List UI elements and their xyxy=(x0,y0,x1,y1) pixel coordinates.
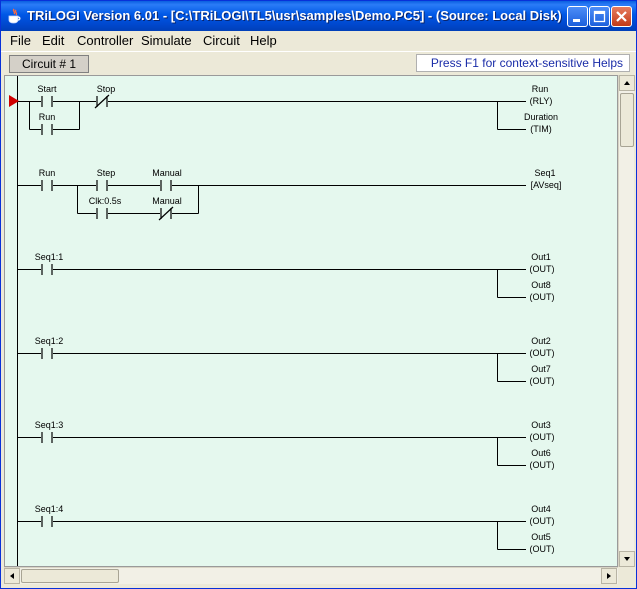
contact-manual xyxy=(160,180,172,191)
menu-bar: File Edit Controller Simulate Circuit He… xyxy=(1,31,636,51)
coil-type: (OUT) xyxy=(529,292,555,302)
contact-label[interactable]: Manual xyxy=(152,168,182,178)
ladder-wiring xyxy=(17,76,526,566)
minimize-button[interactable] xyxy=(567,6,588,27)
contact-label[interactable]: Start xyxy=(37,84,56,94)
contact-label[interactable]: Run xyxy=(39,112,56,122)
coil-type: (OUT) xyxy=(529,460,555,470)
coil-type: (OUT) xyxy=(529,376,555,386)
contact-run-parallel xyxy=(41,124,53,135)
coil-label[interactable]: Out2 xyxy=(531,336,551,346)
maximize-button[interactable] xyxy=(589,6,610,27)
menu-file[interactable]: File xyxy=(10,33,31,48)
coil-label[interactable]: Out6 xyxy=(531,448,551,458)
arrow-right-icon xyxy=(607,573,611,579)
menu-circuit[interactable]: Circuit xyxy=(203,33,240,48)
arrow-down-icon xyxy=(624,557,630,561)
contact-seq1-2 xyxy=(41,348,53,359)
trilogi-window: TRiLOGI Version 6.01 - [C:\TRiLOGI\TL5\u… xyxy=(0,0,637,589)
coil-type: (OUT) xyxy=(529,348,555,358)
coil-label[interactable]: Out1 xyxy=(531,252,551,262)
maximize-icon xyxy=(593,10,606,23)
close-button[interactable] xyxy=(611,6,632,27)
coil-type: (RLY) xyxy=(529,96,553,106)
window-title: TRiLOGI Version 6.01 - [C:\TRiLOGI\TL5\u… xyxy=(27,8,562,23)
contact-label[interactable]: Run xyxy=(39,168,56,178)
contact-seq1-1 xyxy=(41,264,53,275)
title-bar[interactable]: TRiLOGI Version 6.01 - [C:\TRiLOGI\TL5\u… xyxy=(1,1,636,31)
menu-controller[interactable]: Controller xyxy=(77,33,133,48)
scrollbar-corner xyxy=(618,567,634,584)
scroll-right-button[interactable] xyxy=(601,568,617,584)
contact-label[interactable]: Seq1:3 xyxy=(35,420,64,430)
coil-label[interactable]: Seq1 xyxy=(534,168,555,178)
vertical-scrollbar[interactable] xyxy=(618,75,635,567)
contact-symbols xyxy=(41,94,174,527)
menu-edit[interactable]: Edit xyxy=(42,33,64,48)
close-icon xyxy=(616,11,627,22)
contact-start xyxy=(41,96,53,107)
contact-clk xyxy=(96,208,108,219)
contact-seq1-4 xyxy=(41,516,53,527)
contact-label[interactable]: Clk:0.5s xyxy=(89,196,122,206)
coil-type: [AVseq] xyxy=(530,180,562,190)
coil-label[interactable]: Run xyxy=(532,84,549,94)
coil-label[interactable]: Duration xyxy=(524,112,558,122)
scroll-down-button[interactable] xyxy=(619,551,635,567)
coil-label[interactable]: Out4 xyxy=(531,504,551,514)
coil-label[interactable]: Out8 xyxy=(531,280,551,290)
contact-label[interactable]: Stop xyxy=(97,84,116,94)
contact-step xyxy=(96,180,108,191)
coil-type: (OUT) xyxy=(529,264,555,274)
coil-label[interactable]: Out5 xyxy=(531,532,551,542)
scroll-up-button[interactable] xyxy=(619,75,635,91)
coil-label[interactable]: Out7 xyxy=(531,364,551,374)
coil-label[interactable]: Out3 xyxy=(531,420,551,430)
vertical-scroll-thumb[interactable] xyxy=(620,93,634,147)
help-hint: Press F1 for context-sensitive Helps xyxy=(416,54,630,72)
contact-label[interactable]: Seq1:1 xyxy=(35,252,64,262)
menu-simulate[interactable]: Simulate xyxy=(141,33,192,48)
contact-label[interactable]: Seq1:2 xyxy=(35,336,64,346)
circuit-toolbar: Circuit # 1 Press F1 for context-sensiti… xyxy=(1,51,636,75)
circuit-number-tab[interactable]: Circuit # 1 xyxy=(9,55,89,73)
coil-type: (TIM) xyxy=(530,124,552,134)
contact-label[interactable]: Seq1:4 xyxy=(35,504,64,514)
arrow-up-icon xyxy=(624,81,630,85)
contact-run xyxy=(41,180,53,191)
contact-stop-nc xyxy=(94,94,110,109)
contact-label[interactable]: Step xyxy=(97,168,116,178)
contact-seq1-3 xyxy=(41,432,53,443)
current-circuit-marker xyxy=(9,95,19,107)
java-cup-icon xyxy=(8,8,21,24)
coil-type: (OUT) xyxy=(529,544,555,554)
contact-manual-nc xyxy=(158,206,174,221)
arrow-left-icon xyxy=(10,573,14,579)
horizontal-scrollbar[interactable] xyxy=(4,567,618,584)
ladder-diagram[interactable]: Start Stop Run Run (RLY) Duration (TIM) … xyxy=(4,75,618,567)
contact-label[interactable]: Manual xyxy=(152,196,182,206)
menu-help[interactable]: Help xyxy=(250,33,277,48)
scroll-left-button[interactable] xyxy=(4,568,20,584)
horizontal-scroll-thumb[interactable] xyxy=(21,569,119,583)
coil-type: (OUT) xyxy=(529,432,555,442)
coil-type: (OUT) xyxy=(529,516,555,526)
minimize-icon xyxy=(573,19,580,22)
